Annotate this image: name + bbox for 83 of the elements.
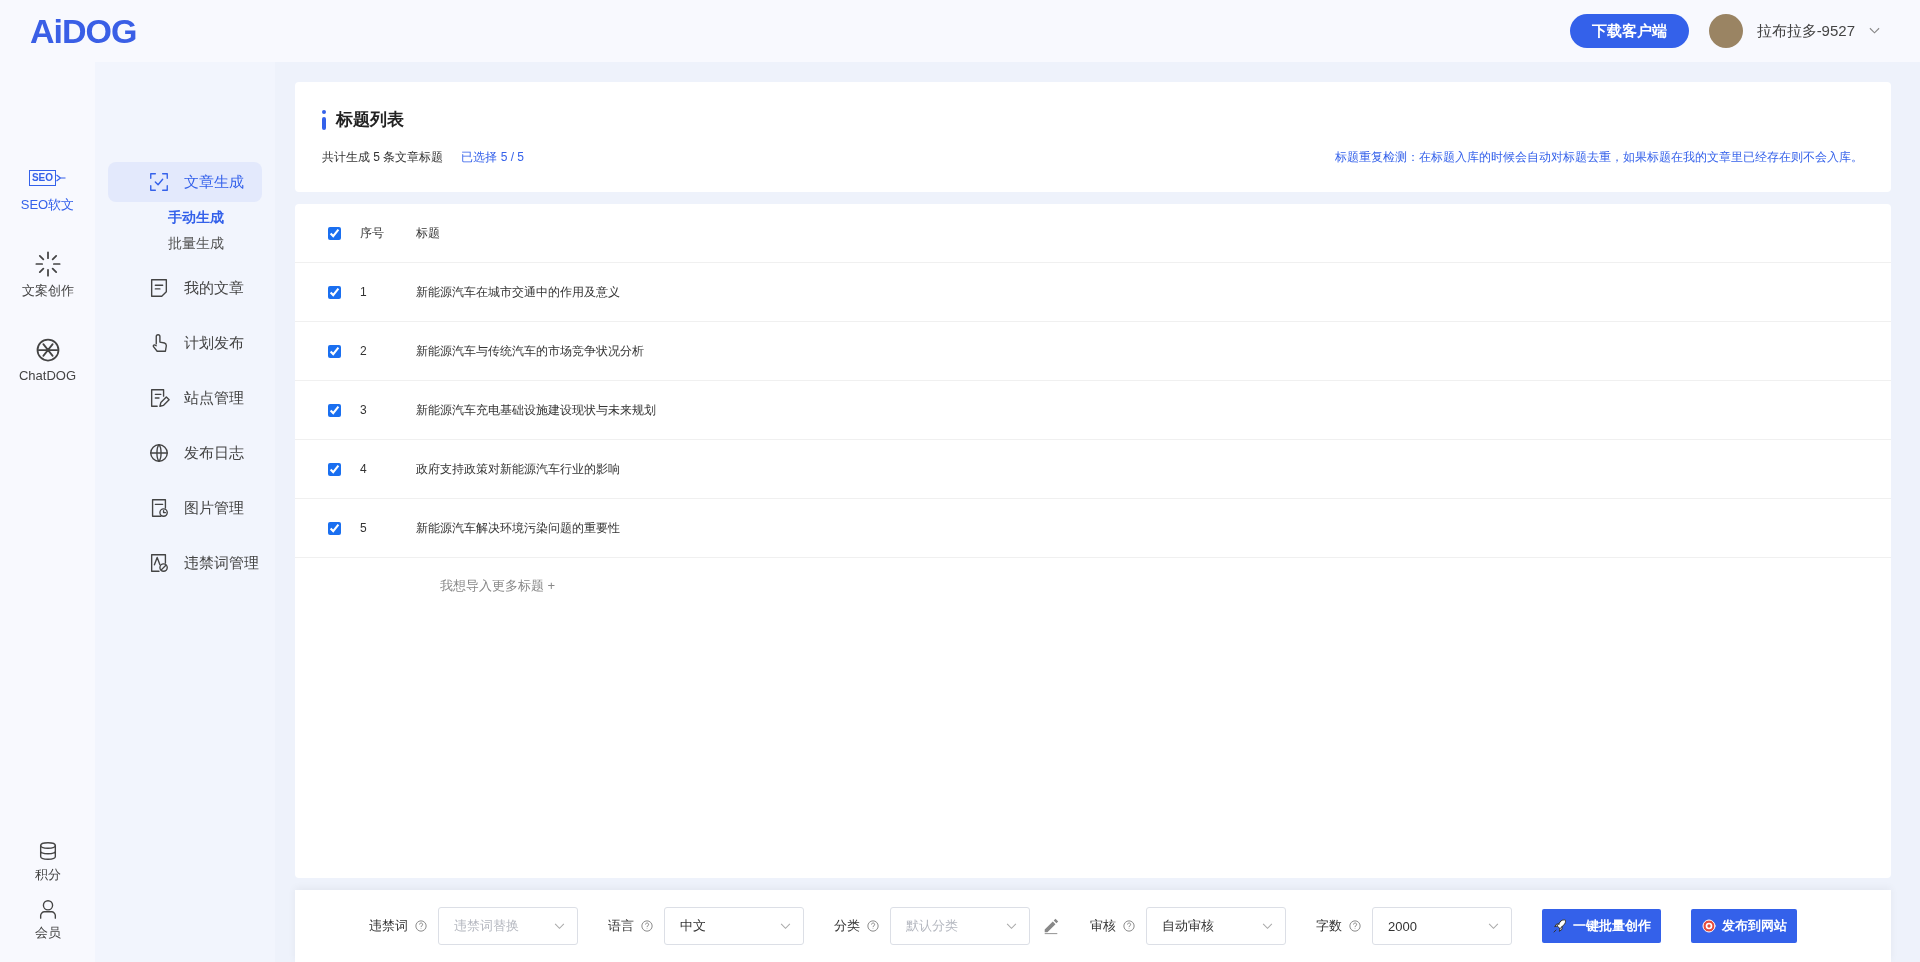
download-button[interactable]: 下载客户端 (1569, 14, 1689, 48)
row-checkbox[interactable] (328, 521, 341, 535)
select-field[interactable]: 自动审核 (1146, 907, 1286, 945)
sidebar-subitem[interactable]: 批量生成 (168, 235, 262, 253)
notice-text: 标题重复检测：在标题入库的时候会自动对标题去重，如果标题在我的文章里已经存在则不会入库。 (1335, 149, 1863, 166)
edit-icon (148, 387, 170, 409)
sidebar-item[interactable]: 发布日志 (108, 433, 262, 473)
globe-icon (148, 442, 170, 464)
target-icon (1701, 918, 1717, 934)
field-label: 违禁词 (369, 917, 408, 935)
sidebar-item[interactable]: 图片管理 (108, 488, 262, 528)
help-icon[interactable] (415, 920, 427, 932)
chevron-icon (780, 922, 791, 930)
selection-count: 已选择 5 / 5 (461, 149, 525, 166)
help-icon[interactable] (1349, 920, 1361, 932)
caret-icon[interactable] (1869, 27, 1880, 35)
select-all-checkbox[interactable] (328, 226, 341, 240)
summary-text: 共计生成 5 条文章标题 (322, 149, 444, 166)
rail-label[interactable]: 会员 (34, 924, 61, 942)
avatar[interactable] (1708, 14, 1743, 48)
card-title: 标题列表 (336, 109, 404, 131)
action-button[interactable]: 发布到网站 (1691, 909, 1797, 943)
rocket-icon (1552, 918, 1568, 934)
help-icon[interactable] (1123, 920, 1135, 932)
sidebar-label: 文章生成 (184, 172, 244, 192)
sidebar-item[interactable]: 我的文章 (108, 268, 262, 308)
rail-item[interactable]: ChatDOG (0, 336, 95, 383)
rail-label[interactable]: 积分 (34, 866, 61, 884)
forbid-icon (148, 552, 170, 574)
chevron-icon (1488, 922, 1499, 930)
sidebar-label: 发布日志 (184, 443, 244, 463)
sidebar-label: 图片管理 (184, 498, 244, 518)
table-cell-text: 5 (359, 521, 368, 535)
table-cell-text: 3 (359, 403, 368, 417)
table-cell-text: 新能源汽车在城市交通中的作用及意义 (416, 283, 621, 301)
rail-item[interactable]: 文案创作 (0, 250, 95, 300)
help-icon[interactable] (867, 920, 879, 932)
seo-tag: SEO (28, 170, 57, 186)
action-button[interactable]: 一键批量创作 (1542, 909, 1661, 943)
scan-icon (148, 171, 170, 193)
sidebar-item[interactable]: 计划发布 (108, 323, 262, 363)
row-checkbox[interactable] (328, 462, 341, 476)
sidebar-label: 站点管理 (184, 388, 244, 408)
note-icon (148, 277, 170, 299)
info-icon (322, 109, 326, 130)
column-header: 标题 (416, 224, 441, 242)
table-cell-text: 新能源汽车充电基础设施建设现状与未来规划 (416, 401, 657, 419)
sidebar-label: 违禁词管理 (184, 553, 259, 573)
rail-label: ChatDOG (18, 368, 77, 383)
sparkle-icon (33, 250, 62, 278)
table-cell-text: 政府支持政策对新能源汽车行业的影响 (416, 460, 621, 478)
row-checkbox[interactable] (328, 285, 341, 299)
field-label: 分类 (834, 917, 860, 935)
table-cell-text: 1 (359, 285, 368, 299)
rail-label: 文案创作 (21, 282, 74, 300)
table-cell-text: 4 (359, 462, 368, 476)
sidebar-item[interactable]: 文章生成 (108, 162, 262, 202)
row-checkbox[interactable] (328, 403, 341, 417)
field-label: 语言 (608, 917, 634, 935)
sidebar-item[interactable]: 站点管理 (108, 378, 262, 418)
table-cell-text: 新能源汽车与传统汽车的市场竞争状况分析 (416, 342, 645, 360)
sidebar-label: 计划发布 (184, 333, 244, 353)
sidebar-subitem[interactable]: 手动生成 (168, 209, 262, 227)
column-header: 序号 (359, 224, 385, 242)
table-cell-text: 2 (359, 344, 368, 358)
chevron-icon (1006, 922, 1017, 930)
sidebar-label: 我的文章 (184, 278, 244, 298)
chevron-icon (554, 922, 565, 930)
rail-label: SEO软文 (20, 196, 75, 214)
rail-item[interactable]: SEO SEO软文 (0, 164, 95, 214)
user-name[interactable]: 拉布拉多-9527 (1756, 21, 1855, 41)
pencil-icon[interactable] (1042, 917, 1060, 935)
table-cell-text: 新能源汽车解决环境污染问题的重要性 (416, 519, 621, 537)
select-field[interactable]: 中文 (664, 907, 804, 945)
row-checkbox[interactable] (328, 344, 341, 358)
select-field[interactable]: 2000 (1372, 907, 1512, 945)
help-icon[interactable] (641, 920, 653, 932)
field-label: 审核 (1090, 917, 1116, 935)
import-more-link[interactable]: 我想导入更多标题 + (440, 578, 556, 593)
sidebar-item[interactable]: 违禁词管理 (108, 543, 262, 583)
logo: AiDOG (30, 11, 137, 51)
chevron-icon (1262, 922, 1273, 930)
field-label: 字数 (1316, 917, 1342, 935)
